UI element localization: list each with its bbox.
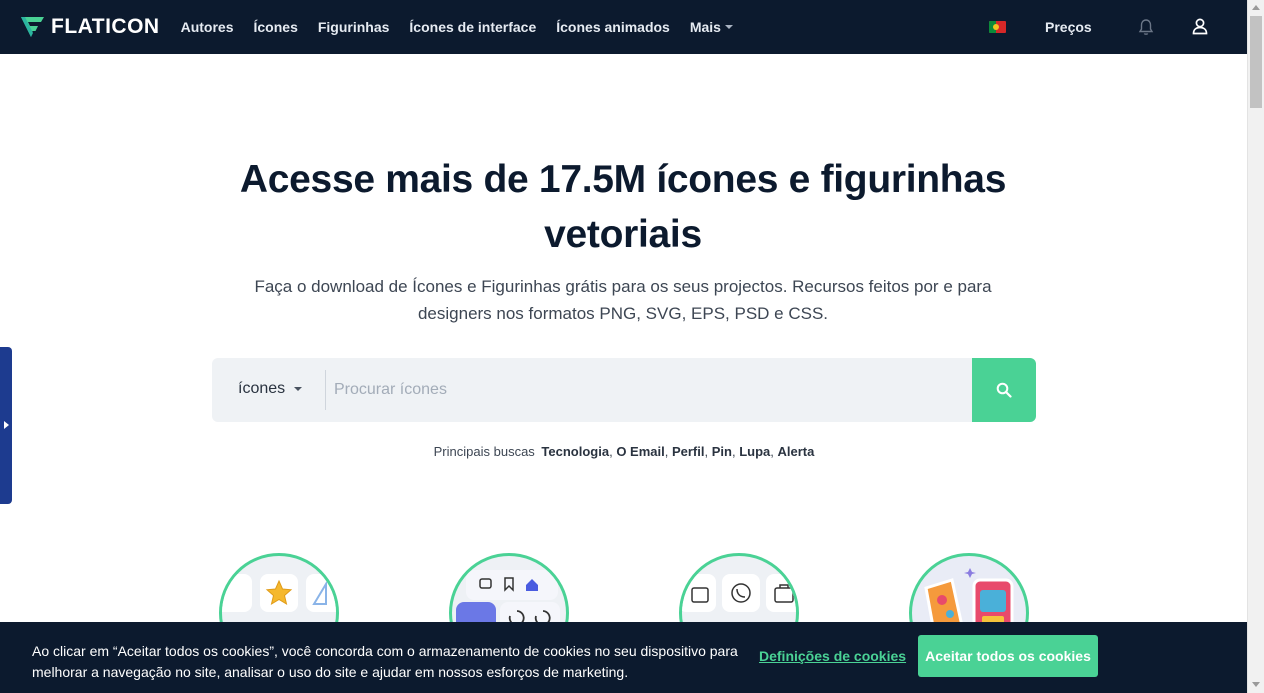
nav-icones-animados[interactable]: Ícones animados (556, 19, 670, 35)
nav-icones[interactable]: Ícones (254, 19, 298, 35)
flaticon-logo-icon (21, 17, 44, 37)
nav-figurinhas[interactable]: Figurinhas (318, 19, 390, 35)
search-icon (996, 382, 1012, 398)
star-icon (265, 579, 293, 606)
top-search-term[interactable]: Tecnologia (541, 444, 609, 459)
cookie-banner: Ao clicar em “Aceitar todos os cookies”,… (0, 622, 1247, 693)
bag-icon (691, 587, 709, 603)
caret-down-icon (724, 25, 733, 29)
briefcase-icon (774, 584, 794, 603)
top-searches-label: Principais buscas (433, 444, 535, 459)
nav-icones-interface[interactable]: Ícones de interface (409, 19, 536, 35)
top-searches: Principais buscas Tecnologia, O Email, P… (433, 444, 815, 459)
cookie-banner-text: Ao clicar em “Aceitar todos os cookies”,… (32, 643, 738, 680)
search-type-dropdown[interactable]: ícones (238, 380, 303, 398)
search-type-label: ícones (238, 380, 286, 397)
search-input[interactable] (334, 370, 964, 410)
nav-mais-label: Mais (689, 19, 721, 35)
bell-icon[interactable] (1137, 18, 1155, 36)
portugal-flag-icon[interactable] (989, 21, 1006, 33)
search-divider (325, 370, 326, 410)
accept-cookies-button[interactable]: Aceitar todos os cookies (918, 635, 1098, 677)
logo-text: FLATICON (51, 15, 160, 38)
nav-autores[interactable]: Autores (181, 19, 234, 35)
cookie-settings-link[interactable]: Definições de cookies (759, 648, 906, 664)
top-search-term[interactable]: Lupa (739, 444, 770, 459)
scroll-down-arrow-icon[interactable] (1252, 682, 1260, 687)
phone-icon (731, 583, 751, 603)
top-search-term[interactable]: Perfil (672, 444, 705, 459)
hero-subtitle: Faça o download de Ícones e Figurinhas g… (254, 277, 992, 323)
top-search-term[interactable]: O Email (616, 444, 664, 459)
chevron-right-icon (4, 421, 9, 429)
top-search-term[interactable]: Alerta (777, 444, 814, 459)
top-search-term[interactable]: Pin (712, 444, 732, 459)
search-button[interactable] (972, 358, 1036, 422)
triangle-icon (312, 580, 327, 605)
search-bar: ícones (212, 358, 1036, 422)
page-scrollbar[interactable] (1247, 0, 1264, 693)
flaticon-logo[interactable]: FLATICON (20, 0, 160, 54)
hero-title: Acesse mais de 17.5M ícones e figurinhas… (239, 158, 1007, 256)
nav-mais[interactable]: Mais (690, 19, 733, 35)
scroll-thumb[interactable] (1250, 16, 1262, 108)
side-panel-toggle[interactable] (0, 347, 12, 504)
caret-down-icon (294, 387, 303, 391)
user-icon[interactable] (1191, 17, 1209, 35)
pricing-link[interactable]: Preços (1045, 19, 1092, 35)
top-navbar: FLATICON Autores Ícones Figurinhas Ícone… (0, 0, 1247, 54)
interface-icons-row (479, 577, 538, 592)
scroll-up-arrow-icon[interactable] (1252, 5, 1260, 10)
main-nav: Autores Ícones Figurinhas Ícones de inte… (181, 19, 753, 35)
